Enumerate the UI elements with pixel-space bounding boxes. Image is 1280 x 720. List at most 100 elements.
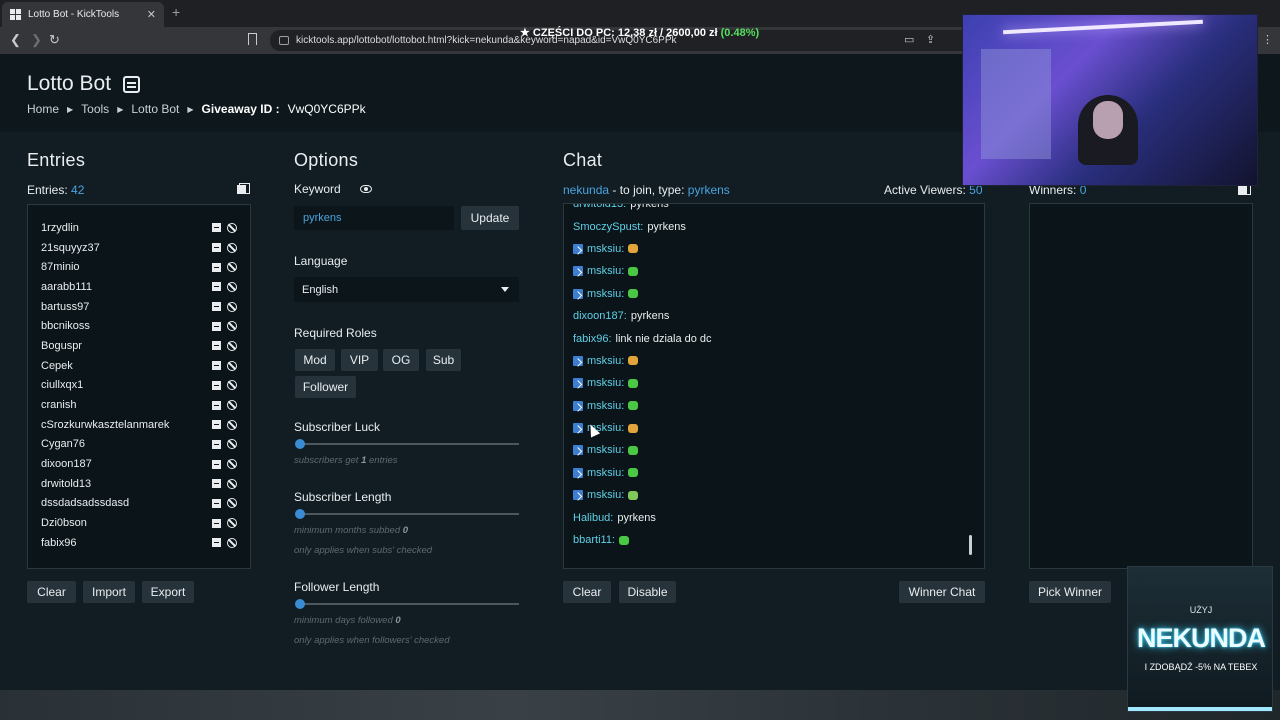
keyword-input[interactable]: pyrkens [294,206,454,230]
chat-message: drwitold13: pyrkens [564,204,984,215]
menu-icon[interactable]: ⋮ [1262,33,1273,46]
disable-chat-button[interactable]: Disable [619,581,676,603]
slider-knob[interactable] [295,599,305,609]
remove-entry-icon[interactable] [212,518,221,528]
site-info-icon[interactable] [279,36,289,45]
breadcrumb-tools[interactable]: Tools [81,102,109,116]
ban-entry-icon[interactable] [227,301,237,312]
ban-entry-icon[interactable] [227,518,237,529]
role-mod-toggle[interactable]: Mod [295,349,335,371]
remove-entry-icon[interactable] [212,262,221,272]
share-icon[interactable]: ⇪ [926,33,935,46]
bookmark-icon[interactable] [248,33,257,45]
update-keyword-button[interactable]: Update [461,206,519,230]
role-og-toggle[interactable]: OG [383,349,419,371]
chat-username[interactable]: msksiu: [587,377,624,389]
back-icon[interactable]: ❮ [10,32,21,48]
slider-knob[interactable] [295,509,305,519]
remove-entry-icon[interactable] [212,223,221,233]
chat-username[interactable]: drwitold13: [573,204,626,210]
chat-username[interactable]: bbarti11: [573,534,615,546]
ban-entry-icon[interactable] [227,321,237,332]
subscriber-luck-slider[interactable] [295,439,519,449]
remove-entry-icon[interactable] [212,321,221,331]
import-button[interactable]: Import [83,581,135,603]
ban-entry-icon[interactable] [227,478,237,489]
reload-icon[interactable]: ↻ [49,32,60,48]
ban-entry-icon[interactable] [227,281,237,292]
subscriber-length-note: only applies when subs' checked [294,545,433,556]
subscriber-badge-icon [573,445,583,456]
chat-scrollbar[interactable] [969,535,972,555]
chat-username[interactable]: msksiu: [587,265,624,277]
show-keyword-eye-icon[interactable] [360,185,372,193]
remove-entry-icon[interactable] [212,380,221,390]
remove-entry-icon[interactable] [212,302,221,312]
remove-entry-icon[interactable] [212,243,221,253]
promo-percent: (0.48%) [720,27,760,39]
ban-entry-icon[interactable] [227,222,237,233]
chat-username[interactable]: msksiu: [587,288,624,300]
language-select[interactable]: English [294,277,519,302]
ban-entry-icon[interactable] [227,400,237,411]
remove-entry-icon[interactable] [212,459,221,469]
forward-icon[interactable]: ❯ [31,32,42,48]
remove-entry-icon[interactable] [212,420,221,430]
entry-actions [212,242,237,253]
remove-entry-icon[interactable] [212,439,221,449]
channel-name[interactable]: nekunda [563,183,609,197]
ban-entry-icon[interactable] [227,380,237,391]
export-button[interactable]: Export [142,581,194,603]
emote-icon [628,356,639,366]
cast-icon[interactable]: ▭ [904,33,914,46]
ban-entry-icon[interactable] [227,242,237,253]
winner-chat-button[interactable]: Winner Chat [899,581,985,603]
clear-entries-button[interactable]: Clear [27,581,76,603]
chat-username[interactable]: SmoczySpust: [573,221,643,233]
browser-tab[interactable]: Lotto Bot - KickTools ✕ [2,2,164,27]
remove-entry-icon[interactable] [212,538,221,548]
follower-length-slider[interactable] [295,599,519,609]
role-vip-toggle[interactable]: VIP [341,349,378,371]
follower-length-label: Follower Length [294,580,380,594]
remove-entry-icon[interactable] [212,479,221,489]
subscriber-length-slider[interactable] [295,509,519,519]
chat-username[interactable]: msksiu: [587,444,624,456]
ban-entry-icon[interactable] [227,262,237,273]
ban-entry-icon[interactable] [227,439,237,450]
ban-entry-icon[interactable] [227,360,237,371]
remove-entry-icon[interactable] [212,282,221,292]
remove-entry-icon[interactable] [212,341,221,351]
chat-message: bbarti11: [564,529,984,551]
remove-entry-icon[interactable] [212,400,221,410]
chat-username[interactable]: msksiu: [587,489,624,501]
ban-entry-icon[interactable] [227,340,237,351]
remove-entry-icon[interactable] [212,361,221,371]
copy-entries-icon[interactable] [237,183,250,194]
chat-username[interactable]: fabix96: [573,333,612,345]
role-follower-toggle[interactable]: Follower [295,376,356,398]
remove-entry-icon[interactable] [212,498,221,508]
chat-username[interactable]: msksiu: [587,467,624,479]
chat-username[interactable]: msksiu: [587,243,624,255]
chat-log[interactable]: drwitold13: pyrkens SmoczySpust: pyrkens msk… [563,203,985,569]
chat-username[interactable]: msksiu: [587,355,624,367]
tab-close-icon[interactable]: ✕ [147,8,156,21]
entry-actions [212,400,237,411]
new-tab-button[interactable]: + [172,4,180,20]
clear-chat-button[interactable]: Clear [563,581,611,603]
chat-username[interactable]: Halibud: [573,512,613,524]
chat-username[interactable]: msksiu: [587,400,624,412]
ban-entry-icon[interactable] [227,459,237,470]
breadcrumb-lottobot[interactable]: Lotto Bot [131,102,179,116]
slider-knob[interactable] [295,439,305,449]
ban-entry-icon[interactable] [227,498,237,509]
ban-entry-icon[interactable] [227,419,237,430]
page-title-text: Lotto Bot [27,72,112,95]
pick-winner-button[interactable]: Pick Winner [1029,581,1111,603]
breadcrumb-home[interactable]: Home [27,102,59,116]
chat-username[interactable]: dixoon187: [573,310,627,322]
entry-name: aarabb111 [41,280,92,293]
role-sub-toggle[interactable]: Sub [426,349,461,371]
ban-entry-icon[interactable] [227,537,237,548]
